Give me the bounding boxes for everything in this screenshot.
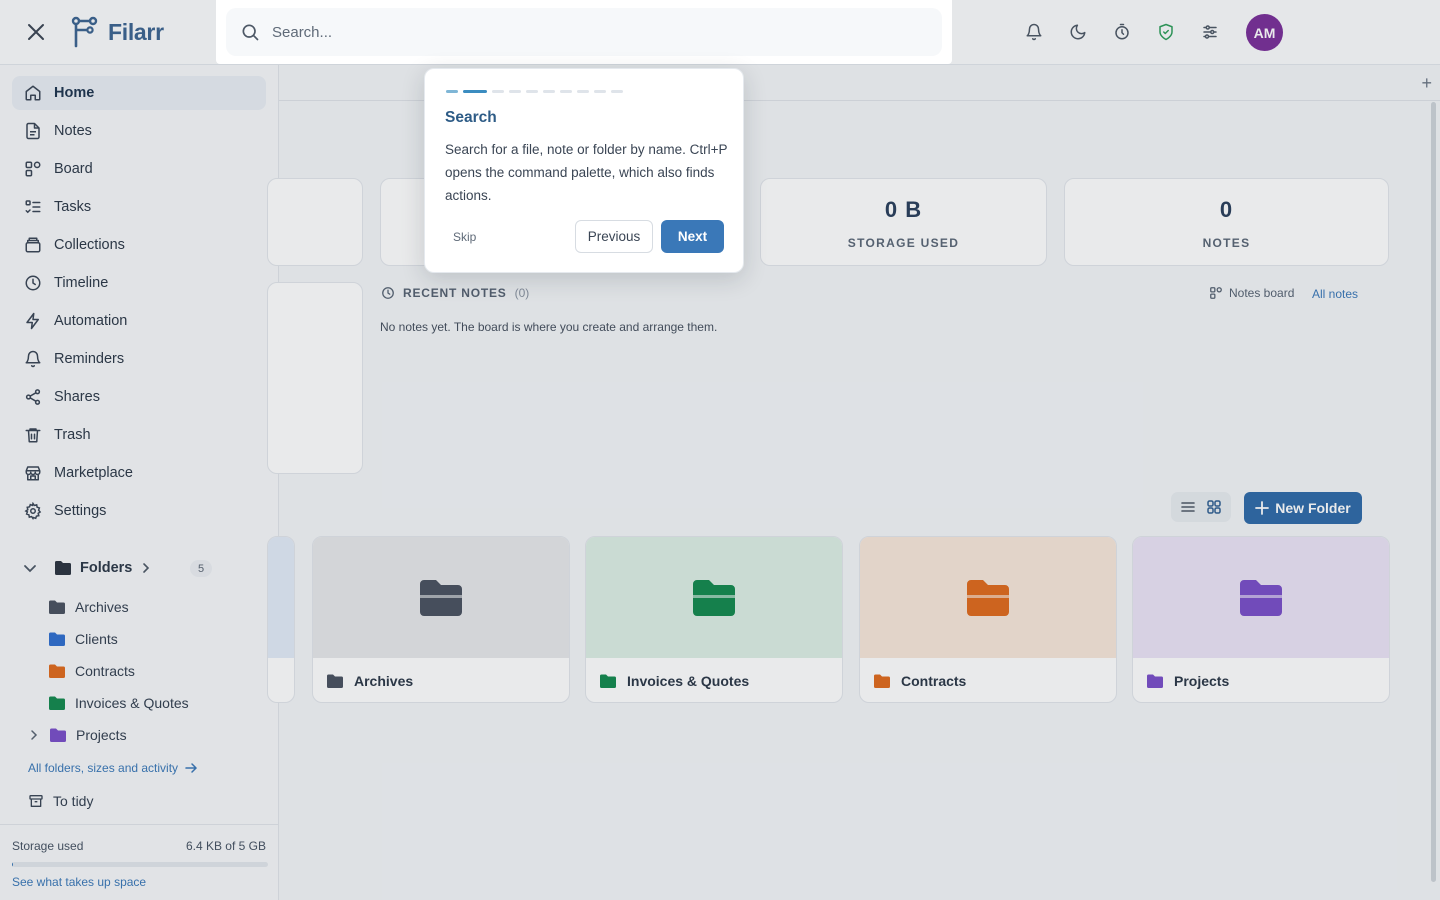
- tour-step-dot: [594, 90, 606, 93]
- tour-step-dot: [543, 90, 555, 93]
- tour-step-dot: [492, 90, 504, 93]
- tour-next-button[interactable]: Next: [661, 220, 724, 253]
- tour-title: Search: [445, 109, 497, 126]
- tour-skip-button[interactable]: Skip: [453, 230, 476, 244]
- tour-popover: Search Search for a file, note or folder…: [424, 68, 744, 273]
- tour-step-dot: [509, 90, 521, 93]
- search-spotlight: [216, 0, 952, 64]
- tour-step-dot: [560, 90, 572, 93]
- tour-step-dot: [463, 90, 487, 93]
- tour-body: Search for a file, note or folder by nam…: [445, 142, 728, 203]
- search-bar[interactable]: [226, 8, 942, 56]
- search-icon: [242, 24, 259, 41]
- tour-step-dot: [577, 90, 589, 93]
- tour-step-dot: [446, 90, 458, 93]
- tour-step-indicator: [446, 90, 623, 93]
- search-input[interactable]: [272, 23, 872, 41]
- tour-previous-button[interactable]: Previous: [575, 220, 653, 253]
- tour-step-dot: [526, 90, 538, 93]
- tour-step-dot: [611, 90, 623, 93]
